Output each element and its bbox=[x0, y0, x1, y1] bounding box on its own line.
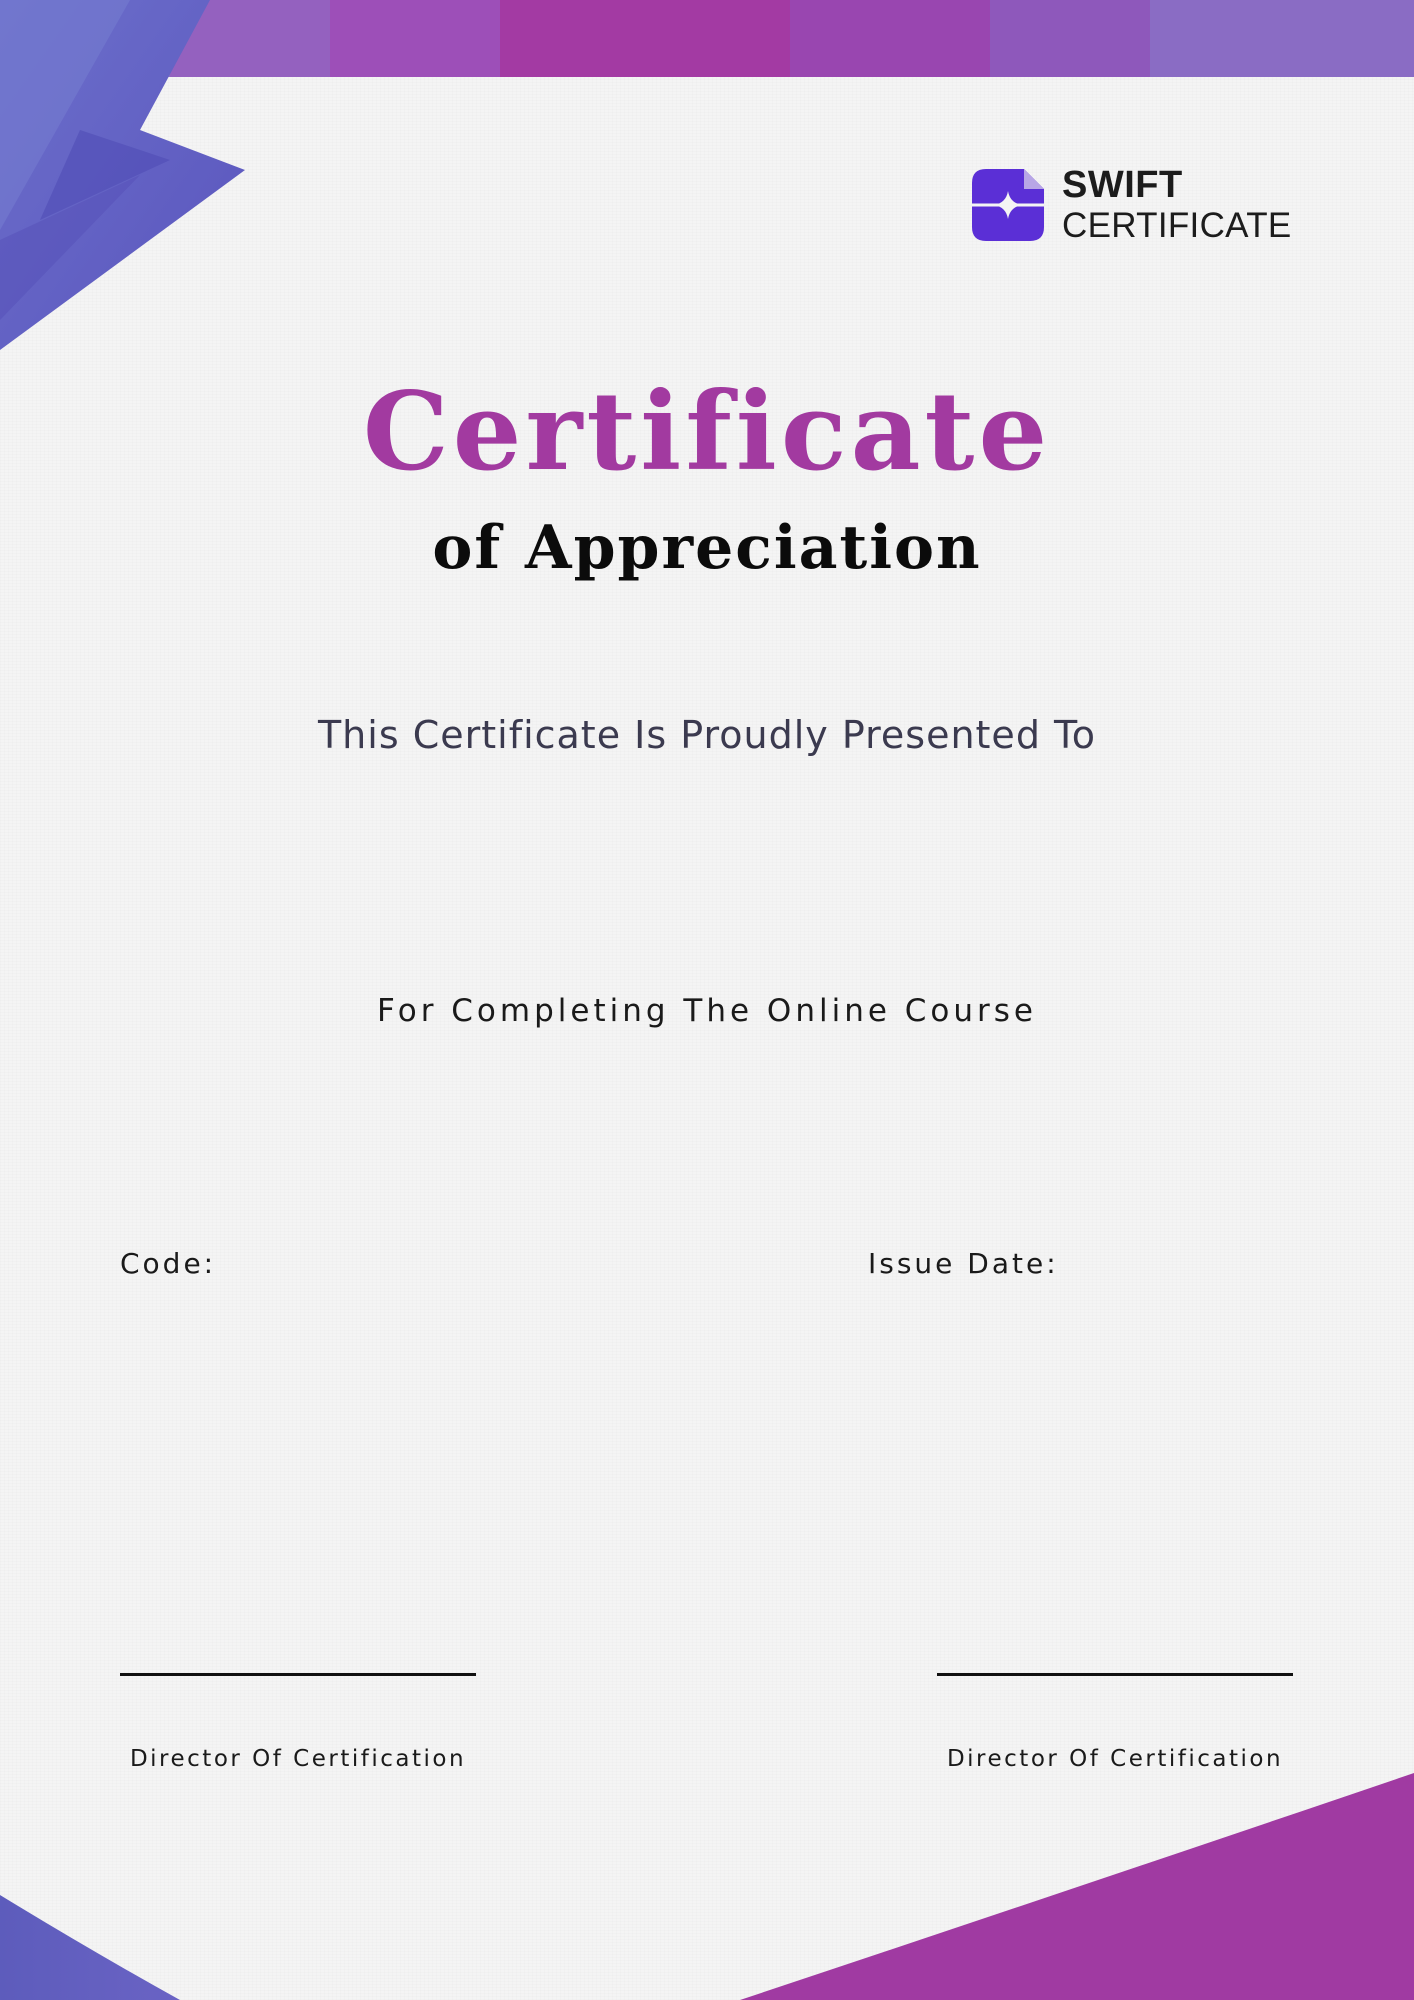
signature-title-left: Director Of Certification bbox=[129, 1746, 467, 1772]
swift-certificate-logo-icon bbox=[972, 168, 1044, 241]
brand-logo: SWIFT CERTIFICATE bbox=[972, 166, 1292, 243]
brand-name: SWIFT bbox=[1062, 164, 1183, 206]
certificate-subtitle: of Appreciation bbox=[432, 513, 982, 583]
presented-to-text: This Certificate Is Proudly Presented To bbox=[317, 713, 1097, 757]
course-completion-text: For Completing The Online Course bbox=[377, 993, 1037, 1029]
signature-title-right: Director Of Certification bbox=[946, 1746, 1284, 1772]
signature-line-left bbox=[120, 1673, 476, 1676]
certificate-page: SWIFT CERTIFICATE Certificate of Appreci… bbox=[0, 0, 1414, 2000]
signature-line-right bbox=[937, 1673, 1293, 1676]
certificate-title: Certificate bbox=[362, 369, 1052, 495]
brand-subname: CERTIFICATE bbox=[1062, 206, 1292, 245]
issue-date-label: Issue Date: bbox=[868, 1247, 1059, 1280]
code-label: Code: bbox=[120, 1247, 217, 1280]
